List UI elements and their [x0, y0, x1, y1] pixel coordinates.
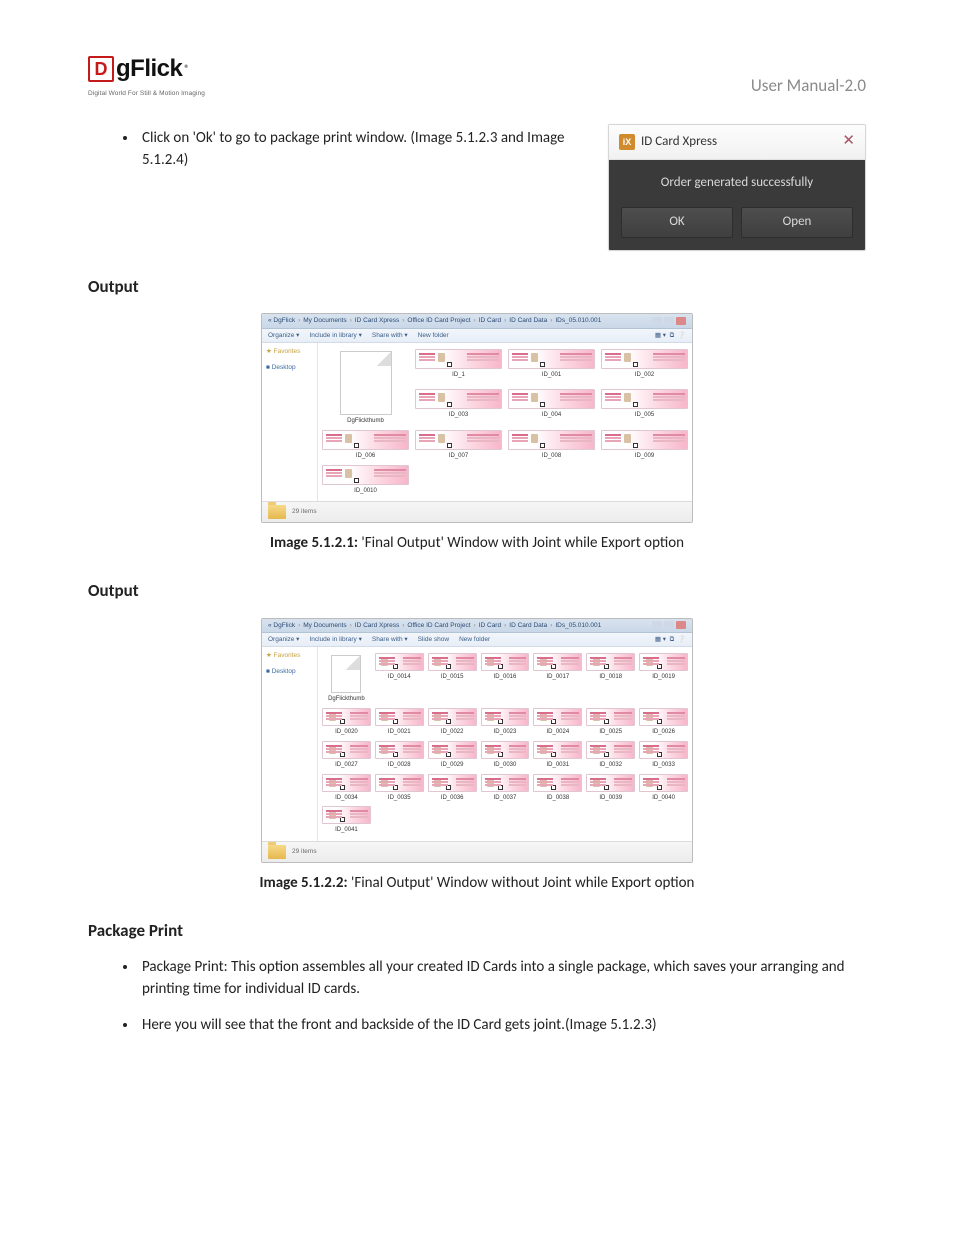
id-card-thumb[interactable]: ID_0041 — [322, 806, 371, 835]
file-thumb[interactable]: DgFlickthumb — [322, 653, 371, 704]
id-card-thumb[interactable]: ID_0019 — [639, 653, 688, 704]
open-button[interactable]: Open — [741, 207, 853, 238]
close-icon[interactable]: ✕ — [842, 131, 855, 153]
id-card-thumb[interactable]: ID_0035 — [375, 774, 424, 803]
section-package-print: Package Print — [88, 919, 866, 944]
intro-bullet: Click on 'Ok' to go to package print win… — [138, 128, 584, 172]
header-right: User Manual-2.0 — [751, 74, 866, 99]
id-card-thumb[interactable]: ID_004 — [508, 389, 595, 425]
folder-icon — [268, 845, 286, 859]
breadcrumb: « DgFlick› My Documents› ID Card Xpress›… — [268, 316, 601, 325]
window-controls[interactable] — [652, 317, 686, 325]
id-card-thumb[interactable]: ID_0037 — [481, 774, 530, 803]
id-card-thumb[interactable]: ID_0023 — [481, 708, 530, 737]
id-card-thumb[interactable]: ID_0017 — [533, 653, 582, 704]
explorer-window-2: « DgFlick› My Documents› ID Card Xpress›… — [261, 618, 693, 863]
section-output-1: Output — [88, 275, 866, 300]
id-card-thumb[interactable]: ID_0016 — [481, 653, 530, 704]
explorer-status: 29 items — [262, 841, 692, 862]
id-card-thumb[interactable]: ID_0010 — [322, 465, 409, 496]
id-card-thumb[interactable]: ID_0015 — [428, 653, 477, 704]
id-card-thumb[interactable]: ID_0026 — [639, 708, 688, 737]
id-card-thumb[interactable]: ID_0024 — [533, 708, 582, 737]
id-card-thumb[interactable]: ID_0025 — [586, 708, 635, 737]
explorer-toolbar[interactable]: Organize ▾ Include in library ▾ Share wi… — [262, 329, 692, 343]
id-card-thumb[interactable]: ID_0022 — [428, 708, 477, 737]
id-card-thumb[interactable]: ID_0040 — [639, 774, 688, 803]
id-card-thumb[interactable]: ID_0036 — [428, 774, 477, 803]
id-card-thumb[interactable]: ID_0038 — [533, 774, 582, 803]
id-card-thumb[interactable]: ID_0018 — [586, 653, 635, 704]
id-card-thumb[interactable]: ID_0020 — [322, 708, 371, 737]
explorer-sidebar[interactable]: ★ Favorites ■ Desktop — [262, 647, 318, 840]
window-controls[interactable] — [652, 621, 686, 629]
section-output-2: Output — [88, 579, 866, 604]
explorer-grid-2: DgFlickthumbID_0014ID_0015ID_0016ID_0017… — [318, 647, 692, 840]
list-item: Package Print: This option assembles all… — [138, 957, 866, 1001]
explorer-grid-1: DgFlickthumbID_1ID_001ID_002 ID_003ID_004… — [318, 343, 692, 501]
logo-text: gFlick — [116, 52, 182, 87]
dialog-title: ID Card Xpress — [641, 133, 717, 152]
app-icon: iX — [619, 134, 635, 150]
id-card-thumb[interactable]: ID_0033 — [639, 741, 688, 770]
order-dialog: iX ID Card Xpress ✕ Order generated succ… — [608, 124, 866, 250]
explorer-sidebar[interactable]: ★ Favorites ■ Desktop — [262, 343, 318, 501]
list-item: Here you will see that the front and bac… — [138, 1015, 866, 1037]
id-card-thumb[interactable]: ID_0014 — [375, 653, 424, 704]
explorer-toolbar[interactable]: Organize ▾ Include in library ▾ Share wi… — [262, 633, 692, 647]
id-card-thumb[interactable]: ID_0027 — [322, 741, 371, 770]
id-card-thumb[interactable]: ID_005 — [601, 389, 688, 425]
id-card-thumb[interactable]: ID_0039 — [586, 774, 635, 803]
id-card-thumb[interactable]: ID_008 — [508, 430, 595, 461]
folder-icon — [268, 505, 286, 519]
id-card-thumb[interactable]: ID_0031 — [533, 741, 582, 770]
package-bullets: Package Print: This option assembles all… — [88, 957, 866, 1036]
logo-tagline: Digital World For Still & Motion Imaging — [88, 89, 205, 98]
page-header: D gFlick ® Digital World For Still & Mot… — [88, 52, 866, 98]
file-thumb[interactable]: DgFlickthumb — [322, 349, 409, 426]
id-card-thumb[interactable]: ID_009 — [601, 430, 688, 461]
id-card-thumb[interactable]: ID_0034 — [322, 774, 371, 803]
caption-2: Image 5.1.2.2: 'Final Output' Window wit… — [88, 873, 866, 895]
ok-button[interactable]: OK — [621, 207, 733, 238]
logo: D gFlick ® Digital World For Still & Mot… — [88, 52, 205, 98]
id-card-thumb[interactable]: ID_001 — [508, 349, 595, 385]
breadcrumb: « DgFlick› My Documents› ID Card Xpress›… — [268, 621, 601, 630]
id-card-thumb[interactable]: ID_002 — [601, 349, 688, 385]
id-card-thumb[interactable]: ID_006 — [322, 430, 409, 461]
explorer-status: 29 items — [262, 501, 692, 522]
id-card-thumb[interactable]: ID_0032 — [586, 741, 635, 770]
explorer-window-1: « DgFlick› My Documents› ID Card Xpress›… — [261, 313, 693, 523]
id-card-thumb[interactable]: ID_003 — [415, 389, 502, 425]
id-card-thumb[interactable]: ID_0029 — [428, 741, 477, 770]
caption-1: Image 5.1.2.1: 'Final Output' Window wit… — [88, 533, 866, 555]
id-card-thumb[interactable]: ID_0028 — [375, 741, 424, 770]
logo-reg: ® — [184, 62, 189, 77]
id-card-thumb[interactable]: ID_0021 — [375, 708, 424, 737]
logo-d-icon: D — [88, 56, 114, 82]
id-card-thumb[interactable]: ID_1 — [415, 349, 502, 385]
id-card-thumb[interactable]: ID_0030 — [481, 741, 530, 770]
dialog-message: Order generated successfully — [621, 174, 853, 193]
id-card-thumb[interactable]: ID_007 — [415, 430, 502, 461]
